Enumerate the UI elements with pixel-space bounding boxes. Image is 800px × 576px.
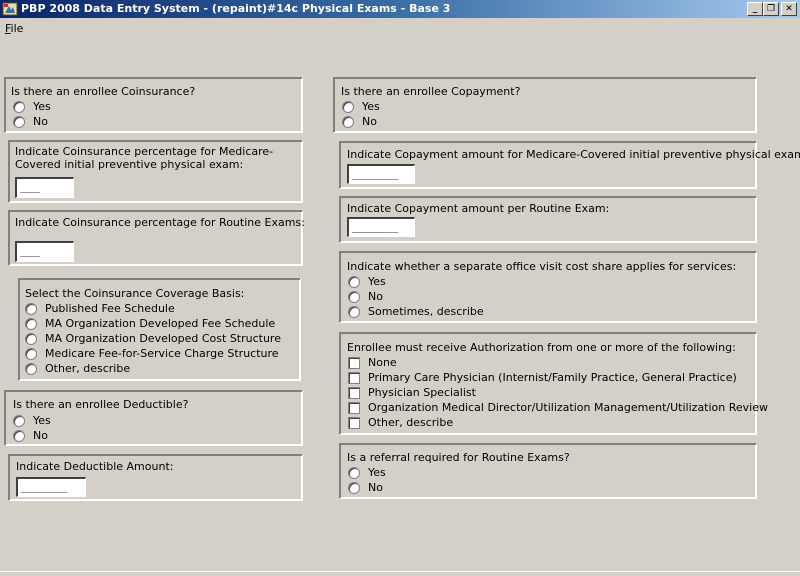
- checkbox-icon: [348, 372, 360, 384]
- copay-medicare-label: Indicate Copayment amount for Medicare-C…: [347, 148, 800, 161]
- deductible-amount-label: Indicate Deductible Amount:: [16, 460, 174, 473]
- radio-icon: [13, 415, 25, 427]
- copayment-question: Is there an enrollee Copayment?: [341, 85, 521, 98]
- radio-icon: [342, 116, 354, 128]
- title-bar[interactable]: PBP 2008 Data Entry System - (repaint)#1…: [0, 0, 800, 18]
- radio-icon: [342, 101, 354, 113]
- copay-routine-input[interactable]: _______: [347, 217, 415, 237]
- deductible-group: Is there an enrollee Deductible? Yes No: [4, 390, 303, 446]
- close-icon: ✕: [785, 4, 793, 14]
- referral-group: Is a referral required for Routine Exams…: [339, 443, 757, 499]
- copay-routine-label: Indicate Copayment amount per Routine Ex…: [347, 202, 610, 215]
- checkbox-icon: [348, 357, 360, 369]
- radio-icon: [348, 467, 360, 479]
- deductible-amount-input[interactable]: _______: [16, 477, 86, 497]
- checkbox-icon: [348, 417, 360, 429]
- minimize-icon: _: [752, 4, 758, 14]
- authorization-label: Enrollee must receive Authorization from…: [347, 341, 736, 354]
- radio-icon: [13, 430, 25, 442]
- checkbox-icon: [348, 402, 360, 414]
- radio-icon: [25, 333, 37, 345]
- deductible-question: Is there an enrollee Deductible?: [13, 398, 189, 411]
- coinsurance-routine-label: Indicate Coinsurance percentage for Rout…: [15, 216, 305, 229]
- deductible-amount-group: Indicate Deductible Amount: _______: [8, 454, 303, 501]
- radio-icon: [348, 291, 360, 303]
- radio-icon: [348, 276, 360, 288]
- radio-icon: [13, 116, 25, 128]
- copayment-group: Is there an enrollee Copayment? Yes No: [333, 77, 757, 133]
- menu-bar: File: [0, 19, 800, 37]
- app-icon: [2, 2, 18, 16]
- restore-icon: ❐: [766, 4, 776, 14]
- referral-question: Is a referral required for Routine Exams…: [347, 451, 570, 464]
- coinsurance-routine-input[interactable]: ___: [15, 241, 74, 262]
- radio-icon: [348, 482, 360, 494]
- checkbox-icon: [348, 387, 360, 399]
- coinsurance-routine-group: Indicate Coinsurance percentage for Rout…: [8, 210, 305, 266]
- window-title: PBP 2008 Data Entry System - (repaint)#1…: [21, 2, 451, 15]
- radio-icon: [25, 303, 37, 315]
- coverage-basis-label: Select the Coinsurance Coverage Basis:: [25, 287, 245, 300]
- radio-icon: [25, 348, 37, 360]
- close-button[interactable]: ✕: [781, 2, 797, 16]
- radio-icon: [348, 306, 360, 318]
- copay-medicare-group: Indicate Copayment amount for Medicare-C…: [339, 141, 800, 189]
- menu-file[interactable]: File: [5, 22, 23, 35]
- radio-icon: [13, 101, 25, 113]
- restore-button[interactable]: ❐: [763, 2, 779, 16]
- coinsurance-question: Is there an enrollee Coinsurance?: [11, 85, 196, 98]
- coinsurance-medicare-group: Indicate Coinsurance percentage for Medi…: [8, 140, 303, 203]
- coinsurance-group: Is there an enrollee Coinsurance? Yes No: [4, 77, 303, 133]
- office-visit-group: Indicate whether a separate office visit…: [339, 251, 757, 323]
- copay-medicare-input[interactable]: _______: [347, 164, 415, 184]
- radio-icon: [25, 318, 37, 330]
- copay-routine-group: Indicate Copayment amount per Routine Ex…: [339, 196, 757, 243]
- coinsurance-medicare-label: Indicate Coinsurance percentage for Medi…: [15, 145, 274, 171]
- window-bottom-edge: [0, 571, 800, 572]
- authorization-group: Enrollee must receive Authorization from…: [339, 332, 768, 435]
- radio-icon: [25, 363, 37, 375]
- coverage-basis-group: Select the Coinsurance Coverage Basis: P…: [18, 278, 301, 381]
- office-visit-question: Indicate whether a separate office visit…: [347, 260, 737, 273]
- minimize-button[interactable]: _: [747, 2, 763, 16]
- coinsurance-medicare-input[interactable]: ___: [15, 177, 74, 198]
